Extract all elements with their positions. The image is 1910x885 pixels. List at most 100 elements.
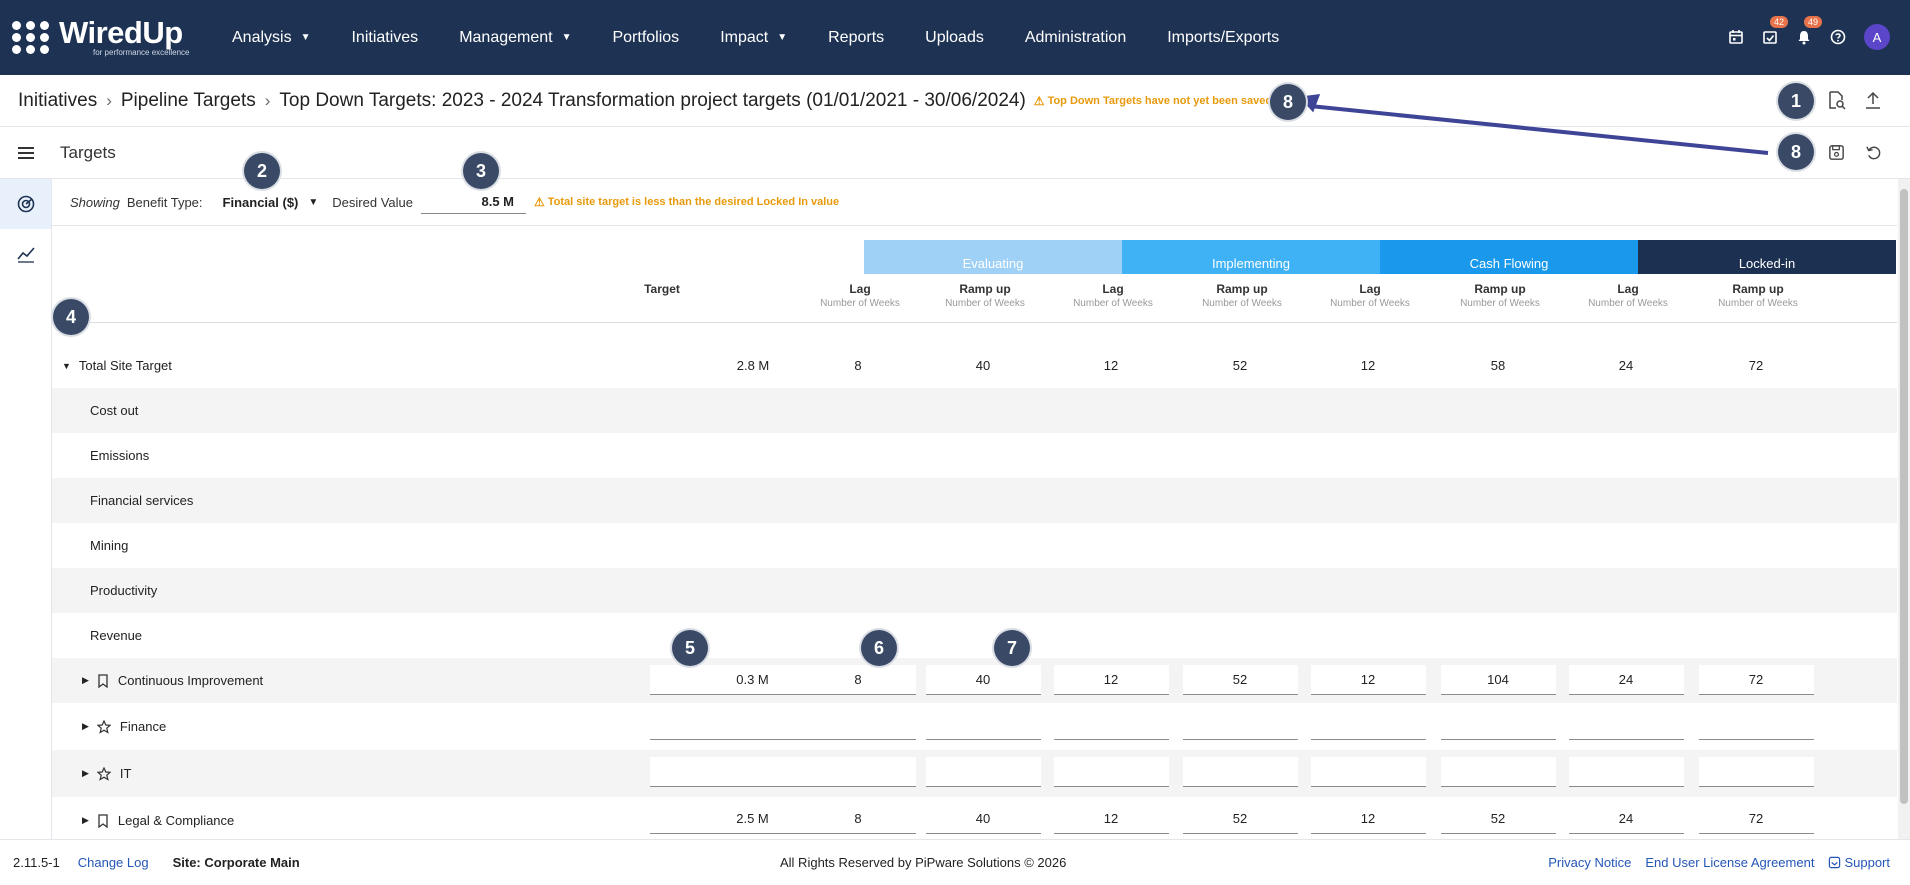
eula-link[interactable]: End User License Agreement bbox=[1645, 855, 1814, 870]
nav-impact[interactable]: Impact ▼ bbox=[720, 29, 809, 47]
total-week-value: 52 bbox=[1232, 358, 1248, 373]
nav-management[interactable]: Management ▼ bbox=[459, 29, 593, 47]
rail-targets[interactable] bbox=[0, 179, 51, 229]
breadcrumb-bar: Initiatives › Pipeline Targets › Top Dow… bbox=[0, 75, 1910, 127]
lag-input[interactable] bbox=[800, 757, 916, 787]
ramp-up-input[interactable] bbox=[1182, 710, 1298, 740]
collapse-caret-icon[interactable]: ▼ bbox=[62, 361, 71, 371]
breadcrumb-pipeline-targets[interactable]: Pipeline Targets bbox=[121, 90, 256, 112]
portfolio-row-label: ▶ Legal & Compliance bbox=[82, 813, 234, 828]
unsaved-warning: ⚠ Top Down Targets have not yet been sav… bbox=[1034, 94, 1272, 108]
ramp-up-input[interactable]: 52 bbox=[1182, 665, 1298, 695]
portfolio-name: Continuous Improvement bbox=[117, 673, 264, 688]
lag-input[interactable] bbox=[800, 710, 916, 740]
expand-caret-icon[interactable]: ▶ bbox=[82, 721, 89, 732]
ramp-up-input[interactable] bbox=[925, 710, 1041, 740]
calendar-icon[interactable] bbox=[1728, 28, 1744, 46]
nav-analysis[interactable]: Analysis ▼ bbox=[232, 29, 332, 47]
expand-caret-icon[interactable]: ▶ bbox=[82, 815, 89, 826]
weeks-subheader: Number of Weeks bbox=[1073, 298, 1153, 309]
bookmark-icon[interactable] bbox=[97, 813, 109, 828]
undo-icon[interactable] bbox=[1862, 141, 1884, 163]
star-icon[interactable] bbox=[96, 719, 111, 734]
wiredup-logo[interactable]: WiredUp for performance excellence bbox=[12, 15, 222, 57]
expand-caret-icon[interactable]: ▶ bbox=[82, 675, 89, 686]
star-icon[interactable] bbox=[96, 766, 111, 781]
benefit-type-select[interactable]: Financial ($) ▼ bbox=[223, 195, 319, 210]
support-link[interactable]: Support bbox=[1828, 855, 1890, 870]
showing-label: Showing bbox=[70, 194, 120, 210]
lag-input[interactable] bbox=[1310, 757, 1426, 787]
ramp-up-input[interactable] bbox=[925, 757, 1041, 787]
menu-icon[interactable] bbox=[18, 144, 34, 162]
total-week-value: 12 bbox=[1360, 358, 1376, 373]
phase-header-implementing: Implementing bbox=[1122, 240, 1380, 274]
lag-input[interactable]: 12 bbox=[1310, 804, 1426, 834]
total-week-value: 40 bbox=[975, 358, 991, 373]
nav-imports-exports[interactable]: Imports/Exports bbox=[1167, 29, 1301, 47]
nav-portfolios[interactable]: Portfolios bbox=[612, 29, 701, 47]
benefit-type-label: Benefit Type: bbox=[126, 194, 203, 210]
ramp-up-column-header: Ramp up bbox=[1474, 282, 1526, 296]
benefit-row: Mining bbox=[52, 523, 1897, 568]
ramp-up-input[interactable]: 72 bbox=[1698, 665, 1814, 695]
lag-input[interactable] bbox=[1568, 757, 1684, 787]
expand-caret-icon[interactable]: ▶ bbox=[82, 768, 89, 779]
lag-input[interactable]: 24 bbox=[1568, 804, 1684, 834]
lag-input[interactable]: 24 bbox=[1568, 665, 1684, 695]
desired-value-input[interactable]: 8.5 M bbox=[421, 190, 526, 214]
phase-header-evaluating: Evaluating bbox=[864, 240, 1122, 274]
main-menu: Analysis ▼ Initiatives Management ▼ Portfolio… bbox=[232, 29, 1320, 47]
lag-input[interactable] bbox=[1568, 710, 1684, 740]
lag-input[interactable]: 12 bbox=[1310, 665, 1426, 695]
document-search-icon[interactable] bbox=[1825, 89, 1847, 111]
unsaved-warning-text: Top Down Targets have not yet been saved bbox=[1047, 94, 1273, 107]
breadcrumb-initiatives[interactable]: Initiatives bbox=[18, 90, 97, 112]
ramp-up-input[interactable] bbox=[1440, 710, 1556, 740]
tasks-icon[interactable]: 42 bbox=[1762, 16, 1789, 46]
save-icon[interactable] bbox=[1825, 141, 1847, 163]
help-icon[interactable] bbox=[1830, 28, 1846, 46]
caret-down-icon: ▼ bbox=[777, 32, 788, 43]
bell-icon[interactable]: 49 bbox=[1796, 16, 1823, 46]
change-log-link[interactable]: Change Log bbox=[78, 855, 149, 870]
lag-input[interactable] bbox=[1053, 710, 1169, 740]
portfolio-row: ▶ Continuous Improvement 0.3 M 8 40 12 52 12 104… bbox=[52, 658, 1897, 703]
vertical-scrollbar[interactable] bbox=[1898, 179, 1910, 839]
lag-input[interactable]: 8 bbox=[800, 804, 916, 834]
marker-2: 2 bbox=[244, 153, 280, 189]
upload-icon[interactable] bbox=[1862, 89, 1884, 111]
ramp-up-input[interactable]: 52 bbox=[1182, 804, 1298, 834]
ramp-up-input[interactable]: 104 bbox=[1440, 665, 1556, 695]
lag-input[interactable]: 8 bbox=[800, 665, 916, 695]
ramp-up-input[interactable]: 72 bbox=[1698, 804, 1814, 834]
lag-input[interactable]: 12 bbox=[1053, 804, 1169, 834]
lag-input[interactable]: 12 bbox=[1053, 665, 1169, 695]
ramp-up-input[interactable] bbox=[1440, 757, 1556, 787]
rail-trend[interactable] bbox=[0, 229, 51, 279]
benefit-row-label: Mining bbox=[90, 538, 129, 553]
total-week-value: 24 bbox=[1618, 358, 1634, 373]
lag-column-header: Lag bbox=[1359, 282, 1381, 296]
lag-input[interactable] bbox=[1310, 710, 1426, 740]
nav-administration[interactable]: Administration bbox=[1025, 29, 1148, 47]
ramp-up-input[interactable]: 40 bbox=[925, 665, 1041, 695]
weeks-subheader: Number of Weeks bbox=[1460, 298, 1540, 309]
ramp-up-input[interactable] bbox=[1698, 757, 1814, 787]
caret-down-icon: ▼ bbox=[561, 32, 572, 43]
nav-initiatives[interactable]: Initiatives bbox=[351, 29, 440, 47]
ramp-up-input[interactable] bbox=[1182, 757, 1298, 787]
ramp-up-input[interactable]: 40 bbox=[925, 804, 1041, 834]
ramp-up-input[interactable] bbox=[1698, 710, 1814, 740]
weeks-subheader: Number of Weeks bbox=[1202, 298, 1282, 309]
user-avatar[interactable]: A bbox=[1864, 24, 1890, 50]
scrollbar-thumb[interactable] bbox=[1900, 189, 1908, 804]
privacy-notice-link[interactable]: Privacy Notice bbox=[1548, 855, 1631, 870]
nav-reports[interactable]: Reports bbox=[828, 29, 906, 47]
logo-name: WiredUp bbox=[59, 15, 183, 50]
ramp-up-input[interactable]: 52 bbox=[1440, 804, 1556, 834]
nav-uploads[interactable]: Uploads bbox=[925, 29, 1006, 47]
lag-input[interactable] bbox=[1053, 757, 1169, 787]
weeks-subheader: Number of Weeks bbox=[820, 298, 900, 309]
bookmark-icon[interactable] bbox=[97, 673, 109, 688]
